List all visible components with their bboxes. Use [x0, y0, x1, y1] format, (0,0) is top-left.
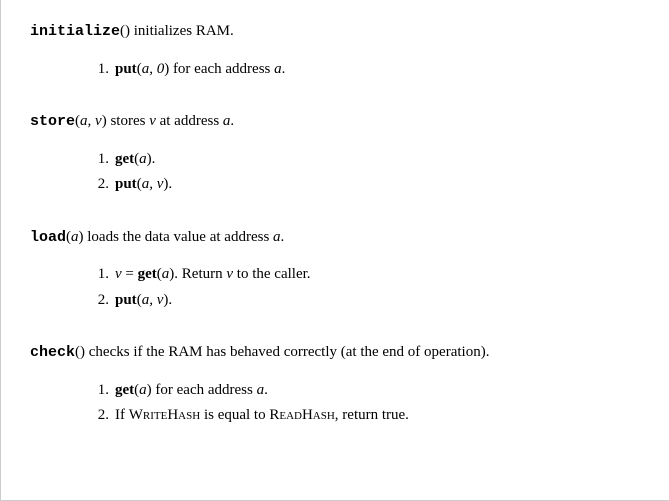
- load-desc-pre: loads the data value at address: [84, 229, 274, 245]
- step-text: for each address: [152, 382, 257, 398]
- var-a: a: [274, 61, 282, 77]
- step-number: 1.: [85, 58, 109, 81]
- call-args: a: [139, 382, 147, 398]
- left-border-line: [0, 0, 1, 501]
- step-post2: to the caller.: [233, 266, 310, 282]
- initialize-steps: 1. put(a, 0) for each address a.: [85, 58, 639, 81]
- list-item: 1. get(a) for each address a.: [85, 379, 639, 402]
- func-name: check: [30, 344, 75, 361]
- store-signature: store(a, v) stores v at address a.: [30, 110, 639, 134]
- text-post: , return true.: [335, 407, 409, 423]
- list-item: 2. put(a, v).: [85, 173, 639, 196]
- step-content: If WriteHash is equal to ReadHash, retur…: [115, 404, 409, 427]
- call-name: put: [115, 176, 137, 192]
- step-content: put(a, 0) for each address a.: [115, 58, 285, 81]
- initialize-desc: initializes RAM.: [130, 23, 234, 39]
- var-a: a: [273, 229, 281, 245]
- step-tail: .: [282, 61, 286, 77]
- call-args: a: [162, 266, 170, 282]
- step-number: 1.: [85, 148, 109, 171]
- text-mid: is equal to: [200, 407, 269, 423]
- call-name: get: [115, 382, 134, 398]
- store-desc-end: .: [230, 113, 234, 129]
- var-v: v: [149, 113, 156, 129]
- step-number: 2.: [85, 173, 109, 196]
- eq-sign: =: [122, 266, 138, 282]
- readhash-label: ReadHash: [269, 407, 334, 423]
- step-tail: .: [264, 382, 268, 398]
- store-steps: 1. get(a). 2. put(a, v).: [85, 148, 639, 196]
- store-desc-mid: at address: [156, 113, 223, 129]
- call-args: a: [139, 151, 147, 167]
- step-content: v = get(a). Return v to the caller.: [115, 263, 311, 286]
- list-item: 1. put(a, 0) for each address a.: [85, 58, 639, 81]
- check-desc: checks if the RAM has behaved correctly …: [85, 344, 489, 360]
- call-name: put: [115, 292, 137, 308]
- function-load: load(a) loads the data value at address …: [30, 226, 639, 312]
- step-post: . Return: [174, 266, 226, 282]
- step-number: 1.: [85, 379, 109, 402]
- step-text: for each address: [169, 61, 274, 77]
- func-args: a, v: [80, 113, 102, 129]
- initialize-signature: initialize() initializes RAM.: [30, 20, 639, 44]
- step-content: get(a).: [115, 148, 155, 171]
- step-content: put(a, v).: [115, 173, 172, 196]
- function-initialize: initialize() initializes RAM. 1. put(a, …: [30, 20, 639, 80]
- call-args: a, 0: [142, 61, 165, 77]
- function-check: check() checks if the RAM has behaved co…: [30, 341, 639, 427]
- func-paren: (): [75, 344, 85, 360]
- call-args: a, v: [142, 176, 164, 192]
- step-number: 2.: [85, 289, 109, 312]
- call-name: get: [138, 266, 157, 282]
- check-signature: check() checks if the RAM has behaved co…: [30, 341, 639, 365]
- load-desc-end: .: [281, 229, 285, 245]
- list-item: 1. get(a).: [85, 148, 639, 171]
- step-text: .: [168, 176, 172, 192]
- step-text: .: [168, 292, 172, 308]
- step-number: 2.: [85, 404, 109, 427]
- step-content: get(a) for each address a.: [115, 379, 268, 402]
- check-steps: 1. get(a) for each address a. 2. If Writ…: [85, 379, 639, 427]
- call-name: get: [115, 151, 134, 167]
- func-paren: (): [120, 23, 130, 39]
- step-text: .: [152, 151, 156, 167]
- writehash-label: WriteHash: [129, 407, 200, 423]
- list-item: 2. put(a, v).: [85, 289, 639, 312]
- var-a: a: [257, 382, 265, 398]
- call-args: a, v: [142, 292, 164, 308]
- func-name: initialize: [30, 23, 120, 40]
- function-store: store(a, v) stores v at address a. 1. ge…: [30, 110, 639, 196]
- step-number: 1.: [85, 263, 109, 286]
- store-desc-pre: stores: [107, 113, 150, 129]
- func-name: load: [30, 229, 66, 246]
- step-content: put(a, v).: [115, 289, 172, 312]
- load-signature: load(a) loads the data value at address …: [30, 226, 639, 250]
- list-item: 2. If WriteHash is equal to ReadHash, re…: [85, 404, 639, 427]
- call-name: put: [115, 61, 137, 77]
- list-item: 1. v = get(a). Return v to the caller.: [85, 263, 639, 286]
- text-pre: If: [115, 407, 129, 423]
- var-v: v: [115, 266, 122, 282]
- load-steps: 1. v = get(a). Return v to the caller. 2…: [85, 263, 639, 311]
- func-name: store: [30, 113, 75, 130]
- func-args: a: [71, 229, 79, 245]
